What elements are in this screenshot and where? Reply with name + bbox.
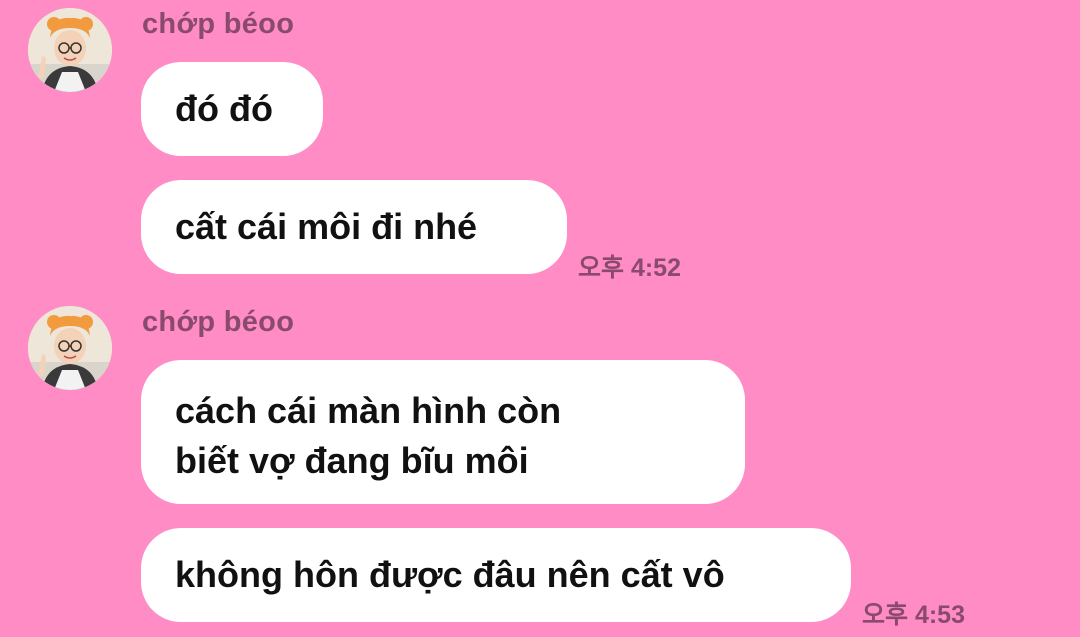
message-text-line: biết vợ đang bĩu môi <box>175 440 529 481</box>
message-text: đó đó <box>175 88 273 129</box>
avatar[interactable] <box>28 306 112 390</box>
avatar-photo-icon <box>28 8 112 92</box>
message-bubble[interactable]: đó đó <box>141 62 323 156</box>
avatar-photo-icon <box>28 306 112 390</box>
message-timestamp: 오후 4:52 <box>578 254 681 282</box>
sender-name: chớp béoo <box>142 8 295 40</box>
message-bubble[interactable]: cách cái màn hình còn biết vợ đang bĩu m… <box>141 360 745 504</box>
message-timestamp: 오후 4:53 <box>862 601 965 629</box>
sender-name: chớp béoo <box>142 306 295 338</box>
message-bubble[interactable]: không hôn được đâu nên cất vô <box>141 528 851 622</box>
message-bubble[interactable]: cất cái môi đi nhé <box>141 180 567 274</box>
avatar[interactable] <box>28 8 112 92</box>
message-text: cất cái môi đi nhé <box>175 206 478 247</box>
message-text-line: cách cái màn hình còn <box>175 390 562 431</box>
message-text: không hôn được đâu nên cất vô <box>175 554 725 595</box>
